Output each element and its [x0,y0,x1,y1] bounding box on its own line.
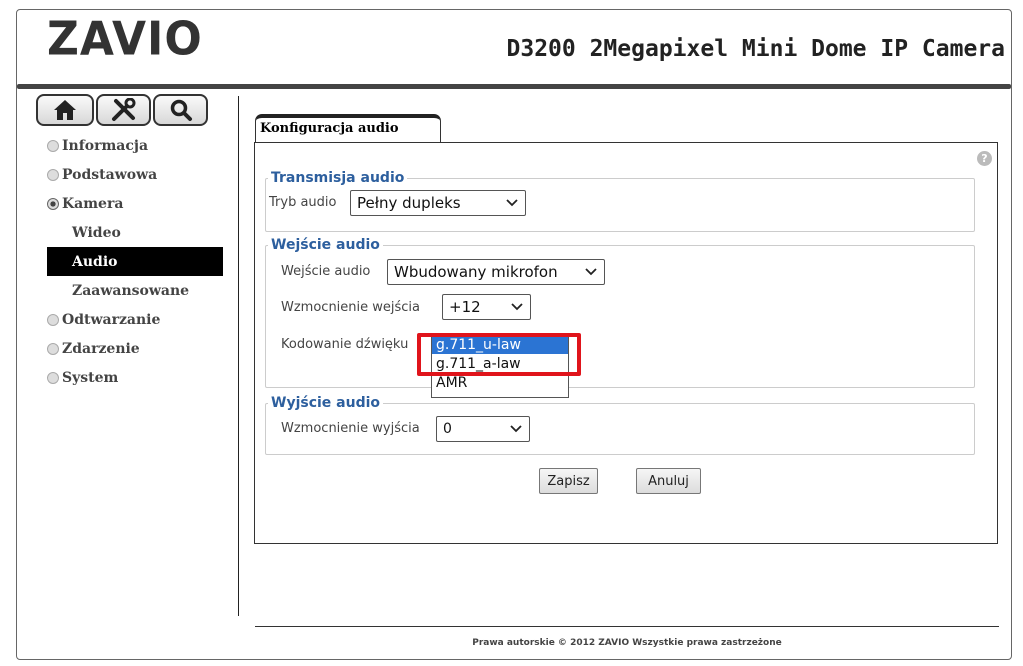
tab-audio-config[interactable]: Konfiguracja audio [255,114,441,142]
input-source-label: Wejście audio [281,264,371,279]
footer-copyright: Prawa autorskie © 2012 ZAVIO Wszystkie p… [472,638,782,648]
sidebar-item-informacja[interactable]: Informacja [47,131,223,160]
header-divider [17,84,1011,89]
sidebar-subitem-audio[interactable]: Audio [47,247,223,276]
cancel-button[interactable]: Anuluj [636,468,701,494]
sidebar-item-label: Kamera [62,195,124,212]
output-gain-select[interactable]: 0 [436,416,530,442]
radio-bullet-icon [47,168,59,181]
annotation-highlight-box [417,333,581,376]
sidebar-item-kamera[interactable]: Kamera [47,189,223,218]
tools-button[interactable] [96,94,151,126]
footer-divider [255,626,999,627]
sidebar-item-label: System [62,369,119,386]
chevron-down-icon [506,199,518,207]
output-gain-label: Wzmocnienie wyjścia [281,421,420,436]
camera-title: D3200 2Megapixel Mini Dome IP Camera [506,36,1006,62]
tools-icon [111,98,135,121]
input-fieldset: Wejście audio [265,237,975,388]
sidebar-subitem-zaawansowane[interactable]: Zaawansowane [47,276,223,305]
output-gain-value: 0 [443,421,452,437]
sidebar-item-odtwarzanie[interactable]: Odtwarzanie [47,305,223,334]
sidebar-nav: Informacja Podstawowa Kamera Wideo Audio… [47,131,223,392]
sidebar-item-label: Odtwarzanie [62,311,161,328]
input-legend: Wejście audio [268,237,383,253]
home-button[interactable] [36,94,94,126]
radio-bullet-selected-icon [47,197,59,210]
radio-bullet-icon [47,139,59,152]
output-legend: Wyjście audio [268,395,384,411]
transmission-legend: Transmisja audio [268,170,408,186]
sidebar-divider [238,96,239,616]
input-gain-select[interactable]: +12 [442,294,531,320]
radio-bullet-icon [47,371,59,384]
home-icon [54,100,76,120]
chevron-down-icon [585,268,597,276]
search-icon [170,99,192,121]
audio-mode-label: Tryb audio [269,195,337,210]
sidebar-subitem-wideo[interactable]: Wideo [47,218,223,247]
chevron-down-icon [511,303,523,311]
radio-bullet-icon [47,313,59,326]
audio-mode-value: Pełny dupleks [357,194,461,212]
radio-bullet-icon [47,342,59,355]
chevron-down-icon [510,425,522,433]
help-icon[interactable]: ? [977,151,992,166]
sidebar-item-label: Zdarzenie [62,340,140,357]
toolbar [36,94,208,126]
sidebar-item-zdarzenie[interactable]: Zdarzenie [47,334,223,363]
save-button[interactable]: Zapisz [539,468,598,494]
audio-mode-select[interactable]: Pełny dupleks [350,190,526,216]
sidebar-item-podstawowa[interactable]: Podstawowa [47,160,223,189]
input-source-value: Wbudowany mikrofon [394,263,558,281]
codec-label: Kodowanie dźwięku [281,337,409,352]
input-gain-value: +12 [449,298,481,316]
input-source-select[interactable]: Wbudowany mikrofon [387,259,605,285]
search-button[interactable] [153,94,208,126]
sidebar-item-system[interactable]: System [47,363,223,392]
sidebar-item-label: Informacja [62,137,149,154]
input-gain-label: Wzmocnienie wejścia [281,300,421,315]
zavio-logo: ZAVIO [47,12,203,67]
sidebar-item-label: Podstawowa [62,166,158,183]
